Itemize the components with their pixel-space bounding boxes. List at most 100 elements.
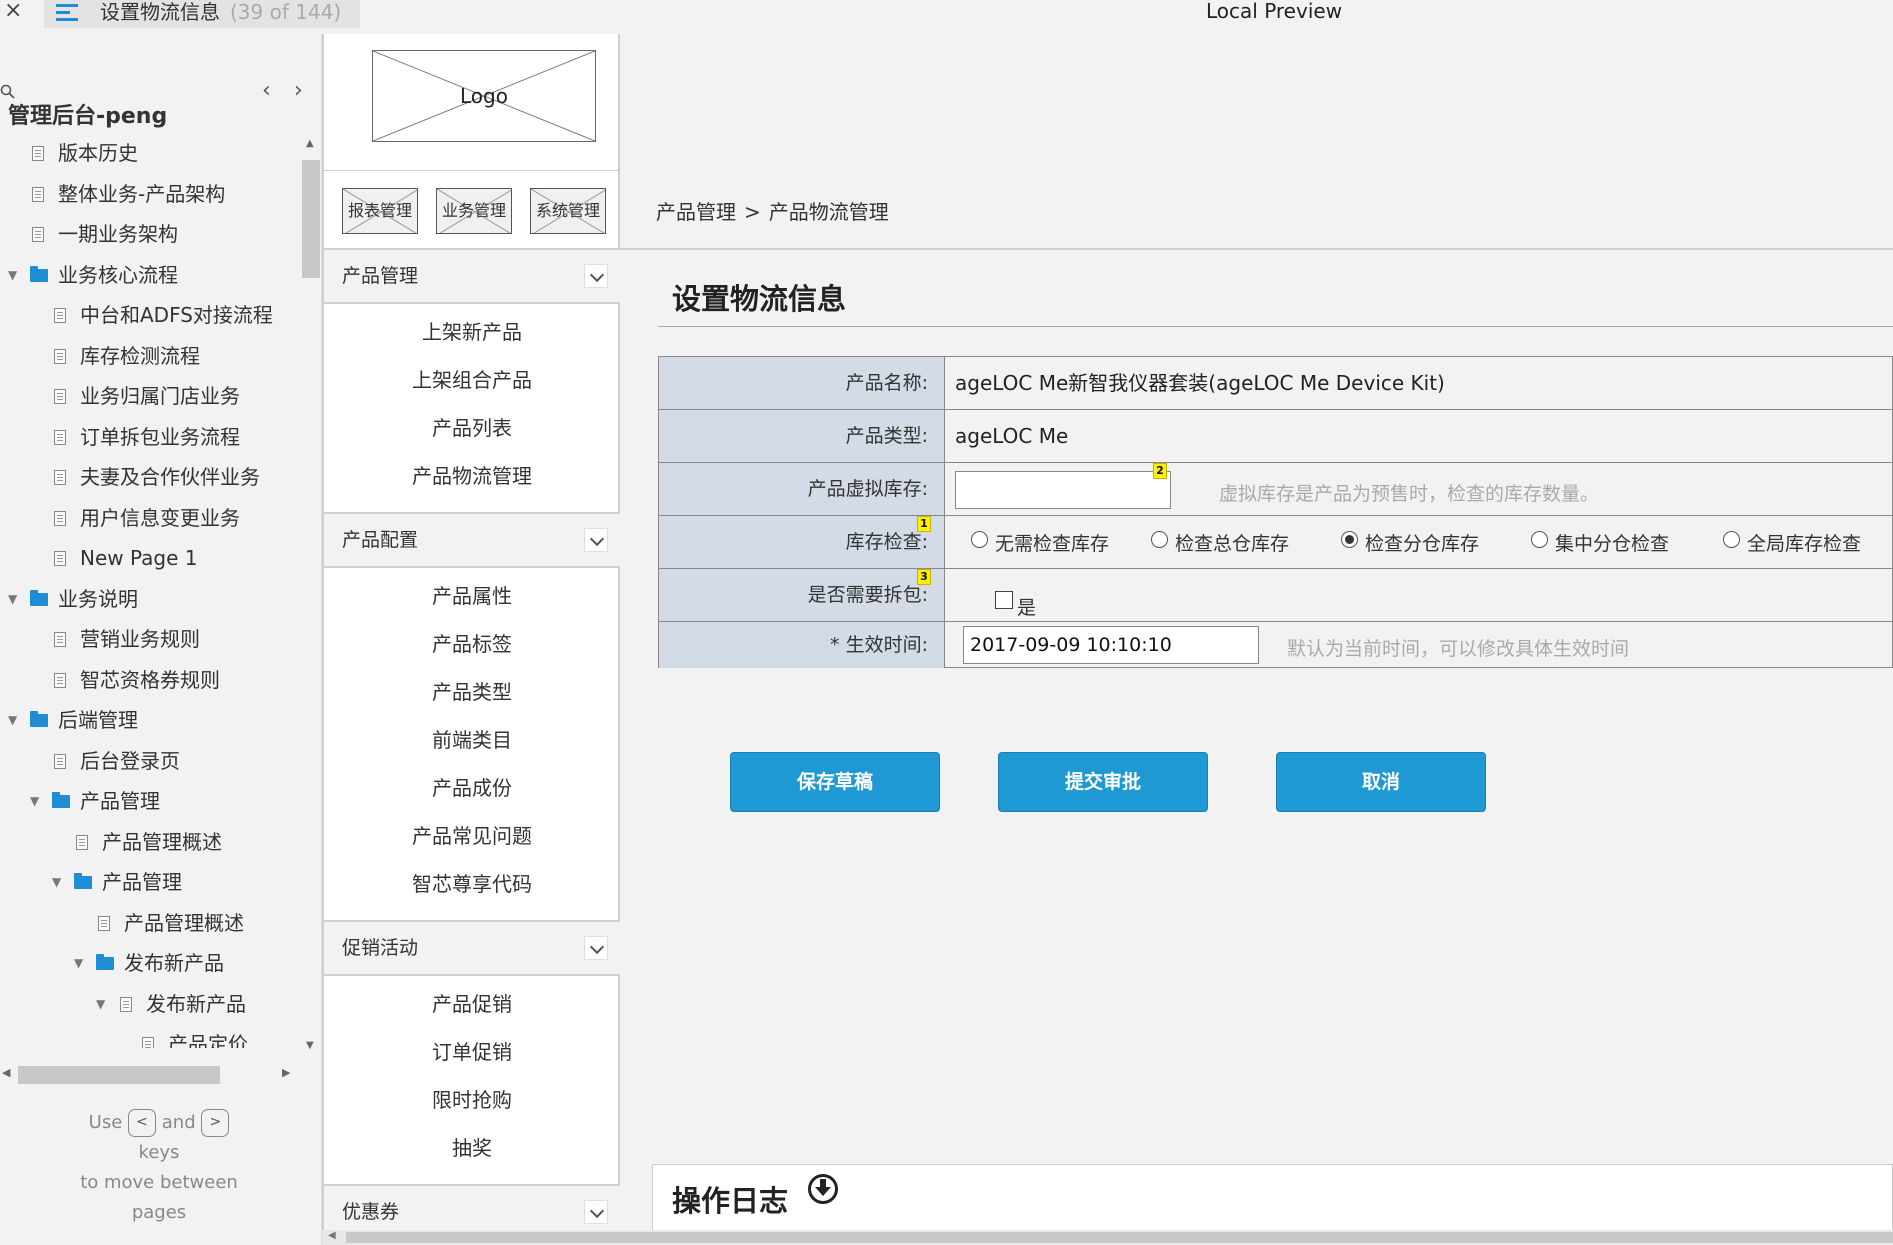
radio-circle-icon[interactable] xyxy=(971,531,988,548)
folder-icon xyxy=(96,954,114,970)
sitemap-vertical-scrollbar[interactable]: ▲ ▼ xyxy=(300,138,322,1058)
expand-arrow-icon[interactable]: ▼ xyxy=(8,582,22,616)
scroll-right-icon[interactable]: ▶ xyxy=(282,1066,290,1079)
expand-arrow-icon[interactable]: ▼ xyxy=(8,703,22,737)
scroll-left-icon[interactable]: ◀ xyxy=(328,1230,336,1241)
note-badge[interactable]: 2 xyxy=(1153,463,1167,479)
note-badge[interactable]: 3 xyxy=(917,569,931,585)
chevron-down-icon[interactable] xyxy=(584,1200,608,1224)
prototype-horizontal-scrollbar[interactable]: ◀ xyxy=(322,1230,1893,1245)
sitemap-item[interactable]: ▼ 业务说明 xyxy=(0,582,300,616)
sitemap-item[interactable]: 库存检测流程 xyxy=(0,339,300,373)
nav-section-header[interactable]: 产品管理 xyxy=(324,248,620,304)
nav-item[interactable]: 产品类型 xyxy=(324,670,620,714)
sitemap-item[interactable]: ▼ 发布新产品 xyxy=(0,987,300,1021)
nav-item[interactable]: 上架新产品 xyxy=(324,310,620,354)
sitemap-item[interactable]: New Page 1 xyxy=(0,541,300,575)
radio-circle-icon[interactable] xyxy=(1341,531,1358,548)
sitemap-item[interactable]: 产品管理概述 xyxy=(0,906,300,940)
note-badge[interactable]: 1 xyxy=(917,516,931,532)
sitemap-item[interactable]: 后台登录页 xyxy=(0,744,300,778)
nav-item[interactable]: 产品属性 xyxy=(324,574,620,618)
virtual-stock-label: 产品虚拟库存: xyxy=(659,463,945,515)
page-icon xyxy=(32,186,44,202)
page-title: 设置物流信息 (39 of 144) xyxy=(100,0,341,24)
top-nav-button[interactable]: 业务管理 xyxy=(436,188,512,234)
sitemap-item[interactable]: ▼ 产品管理 xyxy=(0,865,300,899)
current-page-tab[interactable]: 设置物流信息 (39 of 144) xyxy=(44,0,360,28)
breadcrumb-parent[interactable]: 产品管理 xyxy=(656,200,736,224)
page-icon xyxy=(54,308,66,323)
nav-item[interactable]: 产品列表 xyxy=(324,406,620,450)
sitemap-item[interactable]: 业务归属门店业务 xyxy=(0,379,300,413)
top-nav-button[interactable]: 报表管理 xyxy=(342,188,418,234)
nav-item[interactable]: 前端类目 xyxy=(324,718,620,762)
expand-arrow-icon[interactable]: ▼ xyxy=(96,987,110,1021)
sitemap-item[interactable]: 版本历史 xyxy=(0,136,300,170)
expand-arrow-icon[interactable]: ▼ xyxy=(52,865,66,899)
sitemap-item[interactable]: ▼ 后端管理 xyxy=(0,703,300,737)
nav-item[interactable]: 产品标签 xyxy=(324,622,620,666)
nav-item[interactable]: 限时抢购 xyxy=(324,1078,620,1122)
sitemap-item[interactable]: 产品定价 xyxy=(0,1027,300,1048)
radio-circle-icon[interactable] xyxy=(1531,531,1548,548)
radio-circle-icon[interactable] xyxy=(1151,531,1168,548)
sitemap-item[interactable]: 用户信息变更业务 xyxy=(0,501,300,535)
page-icon xyxy=(54,470,66,485)
sitemap-item[interactable]: 整体业务-产品架构 xyxy=(0,177,300,211)
cancel-button[interactable]: 取消 xyxy=(1276,752,1486,812)
top-nav-button[interactable]: 系统管理 xyxy=(530,188,606,234)
radio-circle-icon[interactable] xyxy=(1723,531,1740,548)
sitemap-item[interactable]: 营销业务规则 xyxy=(0,622,300,656)
scroll-down-icon[interactable]: ▼ xyxy=(306,1040,314,1051)
close-icon[interactable]: × xyxy=(4,0,26,24)
next-key-icon: > xyxy=(201,1109,230,1137)
sitemap-item[interactable]: 产品管理概述 xyxy=(0,825,300,859)
effective-time-input[interactable] xyxy=(963,626,1259,664)
page-icon xyxy=(54,389,66,404)
scroll-left-icon[interactable]: ◀ xyxy=(2,1066,10,1079)
scroll-thumb[interactable] xyxy=(346,1232,1893,1243)
nav-item[interactable]: 产品促销 xyxy=(324,982,620,1026)
scroll-up-icon[interactable]: ▲ xyxy=(306,138,314,149)
sitemap-item-label: 产品定价 xyxy=(168,1032,248,1048)
nav-item[interactable]: 智芯尊享代码 xyxy=(324,862,620,906)
sitemap-item[interactable]: 夫妻及合作伙伴业务 xyxy=(0,460,300,494)
nav-item[interactable]: 产品物流管理 xyxy=(324,454,620,498)
sitemap-item[interactable]: 中台和ADFS对接流程 xyxy=(0,298,300,332)
scroll-thumb[interactable] xyxy=(302,160,320,278)
nav-item[interactable]: 上架组合产品 xyxy=(324,358,620,402)
hint-line2: to move between xyxy=(80,1172,238,1193)
expand-arrow-icon[interactable]: ▼ xyxy=(74,946,88,980)
sitemap-item[interactable]: ▼ 业务核心流程 xyxy=(0,258,300,292)
nav-item[interactable]: 产品常见问题 xyxy=(324,814,620,858)
sitemap-item[interactable]: 订单拆包业务流程 xyxy=(0,420,300,454)
nav-item[interactable]: 产品成份 xyxy=(324,766,620,810)
scroll-thumb[interactable] xyxy=(18,1066,220,1084)
hint-line3: pages xyxy=(131,1202,187,1223)
arrow-down-circle-icon[interactable] xyxy=(808,1174,838,1204)
nav-item[interactable]: 订单促销 xyxy=(324,1030,620,1074)
next-page-icon[interactable]: › xyxy=(294,78,303,103)
submit-approval-button[interactable]: 提交审批 xyxy=(998,752,1208,812)
expand-arrow-icon[interactable]: ▼ xyxy=(8,258,22,292)
prev-page-icon[interactable]: ‹ xyxy=(262,78,271,103)
nav-item[interactable]: 抽奖 xyxy=(324,1126,620,1170)
nav-section-header[interactable]: 产品配置 xyxy=(324,512,620,568)
page-icon xyxy=(142,1037,154,1048)
sitemap-horizontal-scrollbar[interactable]: ◀ ▶ xyxy=(0,1064,300,1086)
chevron-down-icon[interactable] xyxy=(584,528,608,552)
expand-arrow-icon[interactable]: ▼ xyxy=(30,784,44,818)
chevron-down-icon[interactable] xyxy=(584,264,608,288)
save-draft-button[interactable]: 保存草稿 xyxy=(730,752,940,812)
nav-section-header[interactable]: 促销活动 xyxy=(324,920,620,976)
split-package-checkbox[interactable] xyxy=(995,591,1013,609)
hamburger-menu-icon[interactable] xyxy=(56,2,80,24)
chevron-down-icon[interactable] xyxy=(584,936,608,960)
virtual-stock-input[interactable] xyxy=(955,471,1171,509)
sitemap-item[interactable]: 一期业务架构 xyxy=(0,217,300,251)
sitemap-item[interactable]: ▼ 发布新产品 xyxy=(0,946,300,980)
sitemap-item[interactable]: 智芯资格券规则 xyxy=(0,663,300,697)
top-bar: × 设置物流信息 (39 of 144) Local Preview xyxy=(0,0,1893,34)
sitemap-item[interactable]: ▼ 产品管理 xyxy=(0,784,300,818)
